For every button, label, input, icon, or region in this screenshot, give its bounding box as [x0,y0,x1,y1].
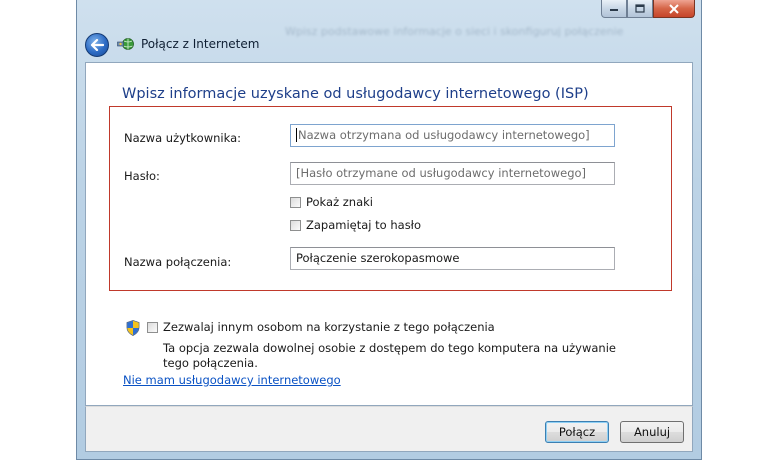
allow-others-row[interactable]: Zezwalaj innym osobom na korzystanie z t… [147,320,495,334]
password-field[interactable]: [Hasło otrzymane od usługodawcy internet… [290,162,615,185]
close-button[interactable] [653,0,695,18]
password-placeholder: [Hasło otrzymane od usługodawcy internet… [296,166,587,180]
content-panel: Wpisz informacje uzyskane od usługodawcy… [85,62,693,406]
connection-name-field[interactable]: Połączenie szerokopasmowe [290,247,615,270]
username-label: Nazwa użytkownika: [124,131,241,145]
text-caret [296,128,297,142]
connect-button[interactable]: Połącz [545,421,609,443]
network-connection-icon [117,38,134,50]
minimize-icon [610,8,618,11]
minimize-button[interactable] [601,0,627,18]
window-title: Połącz z Internetem [141,37,260,51]
button-bar: Połącz Anuluj [85,406,693,452]
page-heading: Wpisz informacje uzyskane od usługodawcy… [122,86,589,102]
remember-password-label: Zapamiętaj to hasło [306,218,421,232]
back-button[interactable] [85,33,109,57]
password-label: Hasło: [124,169,160,183]
blurred-background-heading: Wpisz podstawowe informacje o sieci i sk… [285,25,624,38]
uac-shield-icon [126,320,140,336]
connection-name-value: Połączenie szerokopasmowe [296,251,460,265]
caption-buttons [601,0,695,18]
maximize-button[interactable] [627,0,653,18]
remember-password-row[interactable]: Zapamiętaj to hasło [290,218,421,232]
close-icon [669,3,679,14]
maximize-icon [635,4,645,13]
no-isp-link[interactable]: Nie mam usługodawcy internetowego [123,373,341,387]
username-field[interactable]: Nazwa otrzymana od usługodawcy interneto… [290,124,615,147]
dialog-window: Wpisz podstawowe informacje o sieci i sk… [76,0,702,460]
connection-name-label: Nazwa połączenia: [124,255,232,269]
show-chars-checkbox[interactable] [290,196,301,208]
show-chars-label: Pokaż znaki [306,195,373,209]
remember-password-checkbox[interactable] [290,219,301,231]
allow-others-label: Zezwalaj innym osobom na korzystanie z t… [163,320,495,334]
username-placeholder: Nazwa otrzymana od usługodawcy interneto… [298,128,590,142]
allow-others-description: Ta opcja zezwala dowolnej osobie z dostę… [163,341,616,370]
cancel-button[interactable]: Anuluj [620,421,684,443]
allow-others-checkbox[interactable] [147,321,158,333]
show-chars-row[interactable]: Pokaż znaki [290,195,373,209]
back-arrow-icon [90,39,104,51]
